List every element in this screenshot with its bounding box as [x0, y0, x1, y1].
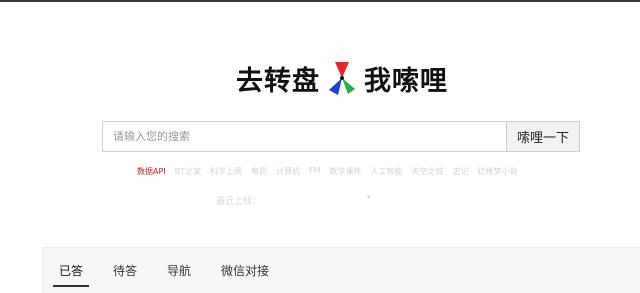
quick-link-sky-city[interactable]: 天空之城 [412, 166, 444, 177]
quick-link-shiji[interactable]: 史记 [453, 166, 469, 177]
quick-link-data-api[interactable]: 数据API [137, 166, 166, 177]
quick-link-proxy[interactable]: 科学上网 [210, 166, 242, 177]
status-dot: • [366, 193, 372, 203]
search-input[interactable] [102, 121, 506, 152]
quick-link-movie[interactable]: 电影 [251, 166, 267, 177]
search-bar: 嗦哩一下 [102, 121, 580, 152]
quick-link-ai[interactable]: 人工智能 [371, 166, 403, 177]
logo-text-right: 我嗦哩 [364, 65, 448, 97]
top-border [0, 0, 640, 2]
quick-links: 数据API BT之家 科学上网 电影 计算机 FM 数学课件 人工智能 天空之城… [137, 166, 567, 177]
site-logo[interactable]: 去转盘 我嗦哩 [236, 56, 448, 100]
bottom-panel: 已答 待答 导航 微信对接 [42, 247, 640, 293]
page: 去转盘 我嗦哩 嗦哩一下 数据API BT之家 科学上网 电影 计算机 FM 数… [0, 0, 640, 293]
tab-answered[interactable]: 已答 [53, 262, 90, 287]
last-online-label: 最近上线： [216, 197, 262, 207]
tab-pending[interactable]: 待答 [107, 262, 143, 287]
logo-text-left: 去转盘 [236, 65, 320, 97]
quick-link-math[interactable]: 数学课件 [330, 166, 362, 177]
quick-link-computer[interactable]: 计算机 [276, 166, 300, 177]
quick-link-bt[interactable]: BT之家 [175, 166, 201, 177]
quick-link-red-chamber[interactable]: 红楼梦小说 [478, 166, 518, 177]
tab-wechat[interactable]: 微信对接 [215, 262, 275, 287]
tab-bar: 已答 待答 导航 微信对接 [53, 262, 275, 287]
tab-navigation[interactable]: 导航 [161, 262, 197, 287]
logo-mark-icon [322, 58, 362, 98]
search-button[interactable]: 嗦哩一下 [506, 121, 580, 152]
quick-link-fm[interactable]: FM [309, 166, 321, 177]
